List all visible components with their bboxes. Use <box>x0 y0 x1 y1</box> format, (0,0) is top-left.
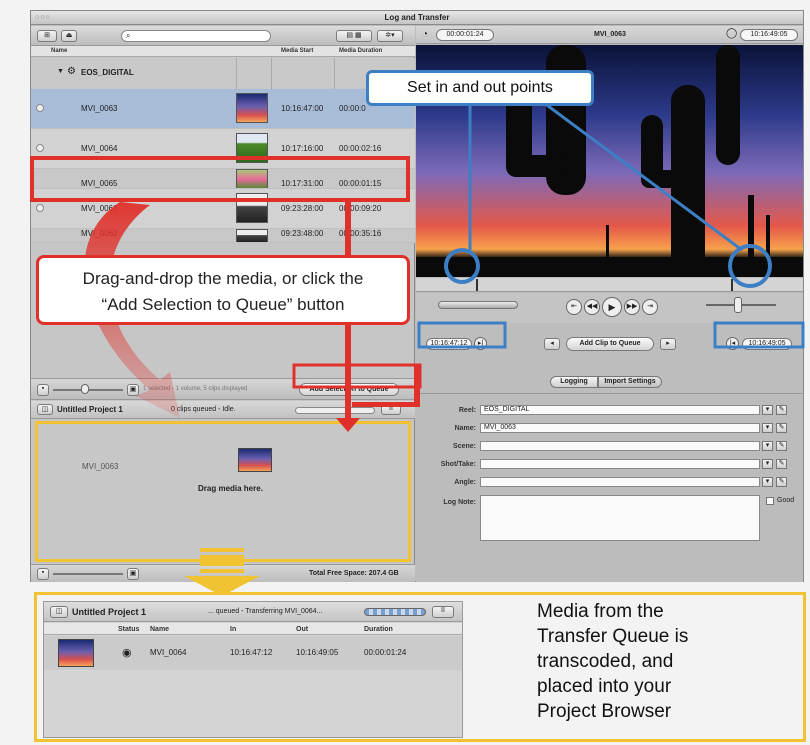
set-points-text: Set in and out points <box>407 79 553 96</box>
project-clip-duration: 00:00:01:24 <box>364 648 407 657</box>
media-note-line: placed into your <box>537 676 672 697</box>
in-timecode-highlight <box>417 321 507 349</box>
project-clip-in: 10:16:47:12 <box>230 648 273 657</box>
selected-clip-highlight <box>30 156 410 202</box>
column-in[interactable]: In <box>230 626 236 633</box>
queue-connector-arrowhead <box>336 418 360 432</box>
media-note-line: transcoded, and <box>537 651 674 672</box>
media-note-line: Project Browser <box>537 701 672 722</box>
media-note-line: Media from the <box>537 601 664 622</box>
add-selection-highlight <box>292 363 422 389</box>
column-duration[interactable]: Duration <box>364 626 393 633</box>
column-status[interactable]: Status <box>118 626 139 633</box>
drag-drop-callout: Drag-and-drop the media, or click the “A… <box>36 255 410 325</box>
project-column-header: Status Name In Out Duration <box>44 623 462 635</box>
project-clip-out: 10:16:49:05 <box>296 648 339 657</box>
project-clip-thumbnail <box>58 639 94 667</box>
project-clip-row[interactable]: ◉ MVI_0064 10:16:47:12 10:16:49:05 00:00… <box>44 636 462 670</box>
out-point-circle <box>728 244 772 288</box>
drag-drop-line1: Drag-and-drop the media, or click the <box>82 269 364 288</box>
in-point-circle <box>444 248 480 284</box>
set-points-callout: Set in and out points <box>366 70 594 106</box>
transcoding-status-icon: ◉ <box>122 647 132 659</box>
column-name[interactable]: Name <box>150 626 169 633</box>
project-name: Untitled Project 1 <box>72 607 147 617</box>
add-selection-connector-h <box>352 402 420 407</box>
project-icon[interactable]: ◫ <box>50 606 68 618</box>
media-note-line: Transfer Queue is <box>537 626 689 647</box>
project-browser-header: ◫ Untitled Project 1 ... queued - Transf… <box>44 602 462 622</box>
out-timecode-highlight <box>713 321 805 349</box>
add-selection-connector <box>414 365 420 407</box>
project-browser: ◫ Untitled Project 1 ... queued - Transf… <box>43 601 463 738</box>
project-browser-panel: ◫ Untitled Project 1 ... queued - Transf… <box>34 592 806 742</box>
transfer-pause-button[interactable]: II <box>432 606 454 618</box>
out-point-line <box>539 98 743 252</box>
transfer-status: ... queued - Transferring MVI_0064... <box>208 608 323 615</box>
project-clip-name: MVI_0064 <box>150 648 187 657</box>
transfer-progress-bar <box>364 608 426 616</box>
down-arrow <box>184 548 260 596</box>
column-out[interactable]: Out <box>296 626 308 633</box>
drag-drop-line2: “Add Selection to Queue” button <box>101 295 345 314</box>
media-note-callout: Media from the Transfer Queue is transco… <box>537 599 797 724</box>
